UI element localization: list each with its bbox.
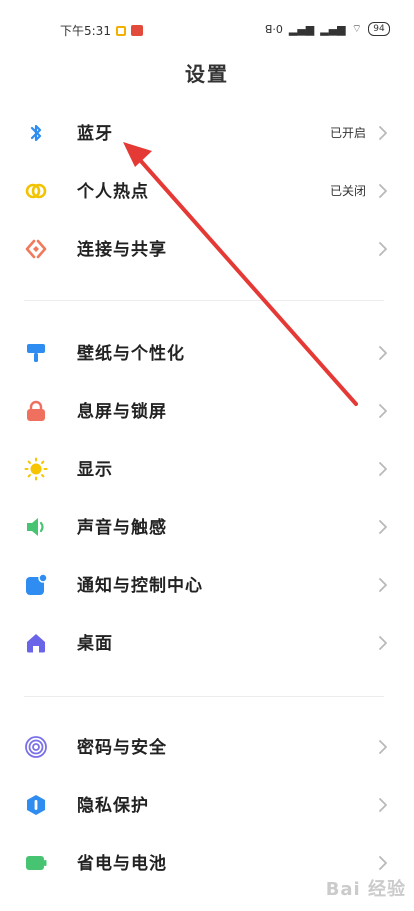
annotation-arrow (123, 142, 358, 406)
baidu-watermark: Bai 经验 (325, 879, 406, 900)
settings-screen: 下午5:31 ꓭ·0 ▂▄▆ ▂▄▆ ⌔ 94 设置 蓝牙 已开启 个人热点 已… (0, 0, 414, 911)
